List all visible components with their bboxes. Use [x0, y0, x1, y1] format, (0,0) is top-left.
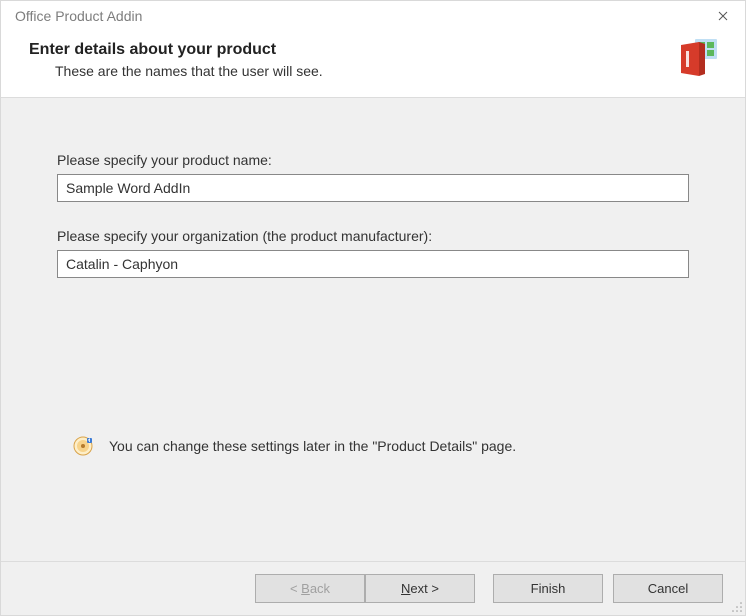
wizard-footer: < Back Next > Finish Cancel — [1, 561, 745, 615]
product-name-input[interactable] — [57, 174, 689, 202]
info-text: You can change these settings later in t… — [109, 438, 516, 454]
info-icon — [73, 436, 93, 456]
organization-input[interactable] — [57, 250, 689, 278]
product-name-group: Please specify your product name: — [57, 152, 689, 202]
header-title: Enter details about your product — [29, 41, 677, 59]
back-button: < Back — [255, 574, 365, 603]
product-name-label: Please specify your product name: — [57, 152, 689, 168]
wizard-header: Enter details about your product These a… — [1, 31, 745, 98]
office-product-icon — [677, 39, 717, 79]
resize-grip-icon[interactable] — [731, 601, 743, 613]
close-button[interactable] — [701, 1, 745, 31]
info-row: You can change these settings later in t… — [73, 436, 689, 456]
window-title: Office Product Addin — [15, 8, 701, 24]
close-icon — [718, 11, 728, 21]
next-button[interactable]: Next > — [365, 574, 475, 603]
finish-button[interactable]: Finish — [493, 574, 603, 603]
titlebar: Office Product Addin — [1, 1, 745, 31]
header-subtitle: These are the names that the user will s… — [55, 63, 677, 79]
wizard-content: Please specify your product name: Please… — [1, 98, 745, 561]
organization-label: Please specify your organization (the pr… — [57, 228, 689, 244]
cancel-button[interactable]: Cancel — [613, 574, 723, 603]
organization-group: Please specify your organization (the pr… — [57, 228, 689, 278]
